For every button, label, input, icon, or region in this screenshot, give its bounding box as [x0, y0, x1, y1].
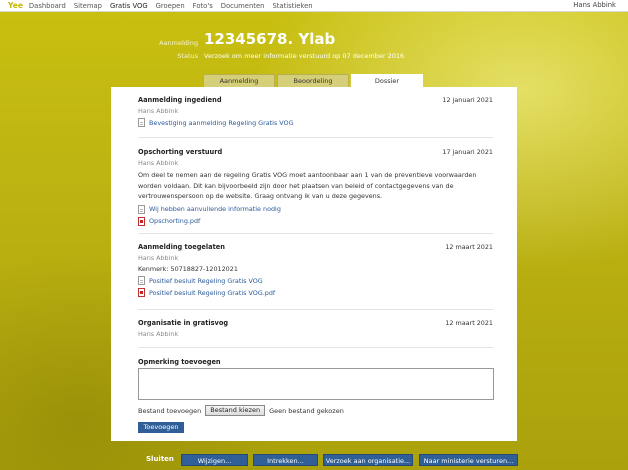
attachment-link[interactable]: Positief besluit Regeling Gratis VOG.pdf — [138, 288, 493, 297]
tab-aanmelding[interactable]: Aanmelding — [203, 74, 275, 87]
attachment-label: Bevestiging aanmelding Regeling Gratis V… — [149, 118, 294, 127]
entry-date: 12 maart 2021 — [445, 243, 493, 251]
user-menu[interactable]: Hans Abbink — [573, 1, 616, 9]
attachment-label: Positief besluit Regeling Gratis VOG.pdf — [149, 288, 276, 297]
nav-item-statistieken[interactable]: Statistieken — [272, 2, 312, 10]
entry-reference: Kenmerk: 50718827-12012021 — [138, 265, 238, 273]
tab-beoordeling[interactable]: Beoordeling — [277, 74, 349, 87]
file-status: Geen bestand gekozen — [269, 406, 344, 415]
entry-text: Om deel te nemen aan de regeling Gratis … — [138, 171, 477, 200]
nav-item-fotos[interactable]: Foto's — [193, 2, 213, 10]
attachment-link[interactable]: Opschorting.pdf — [138, 216, 493, 226]
entry-title: Aanmelding ingediend — [138, 96, 222, 104]
file-upload-row: Bestand toevoegen Bestand kiezen Geen be… — [138, 405, 344, 416]
add-comment-button[interactable]: Toevoegen — [138, 422, 184, 433]
document-icon — [138, 118, 145, 127]
entry-author: Hans Abbink — [138, 330, 179, 338]
tab-dossier[interactable]: Dossier — [351, 74, 423, 88]
attachment-link[interactable]: Wij hebben aanvullende informatie nodig — [138, 204, 493, 214]
entry-author: Hans Abbink — [138, 107, 179, 115]
comment-label: Opmerking toevoegen — [138, 358, 221, 366]
choose-file-button[interactable]: Bestand kiezen — [205, 405, 266, 416]
pdf-icon — [138, 216, 145, 226]
entry-divider — [138, 309, 493, 310]
app-logo[interactable]: Yee — [8, 1, 23, 10]
dossier-entry: Aanmelding ingediend 12 januari 2021 Han… — [138, 96, 493, 127]
nav-item-gratis-vog[interactable]: Gratis VOG — [110, 2, 148, 10]
entry-author: Hans Abbink — [138, 254, 179, 262]
attachment-link[interactable]: Positief besluit Regeling Gratis VOG — [138, 276, 493, 285]
file-upload-label: Bestand toevoegen — [138, 406, 202, 415]
entry-author: Hans Abbink — [138, 159, 179, 167]
status-label: Status — [177, 52, 198, 60]
request-organisation-button[interactable]: Verzoek aan organisatie... — [323, 454, 413, 466]
entry-divider — [138, 137, 493, 138]
edit-button[interactable]: Wijzigen... — [181, 454, 248, 466]
dossier-entry: Organisatie in gratisvog 12 maart 2021 H… — [138, 319, 493, 338]
entry-title: Opschorting verstuurd — [138, 148, 223, 156]
nav-item-groepen[interactable]: Groepen — [156, 2, 185, 10]
nav-item-documenten[interactable]: Documenten — [221, 2, 265, 10]
withdraw-button[interactable]: Intrekken... — [253, 454, 318, 466]
dossier-entry: Opschorting verstuurd 17 januari 2021 Ha… — [138, 148, 493, 226]
dossier-entry: Aanmelding toegelaten 12 maart 2021 Hans… — [138, 243, 493, 297]
dossier-panel: Aanmelding ingediend 12 januari 2021 Han… — [111, 87, 517, 441]
attachment-link[interactable]: Bevestiging aanmelding Regeling Gratis V… — [138, 118, 493, 127]
document-icon — [138, 276, 145, 285]
close-link[interactable]: Sluiten — [146, 455, 174, 463]
entry-date: 17 januari 2021 — [442, 148, 493, 156]
aanmelding-label: Aanmelding — [159, 39, 198, 47]
attachment-label: Opschorting.pdf — [149, 217, 201, 225]
attachment-label: Wij hebben aanvullende informatie nodig — [149, 205, 281, 213]
document-icon — [138, 204, 145, 214]
top-navigation-bar: Yee Dashboard Sitemap Gratis VOG Groepen… — [0, 0, 628, 12]
entry-divider — [138, 233, 493, 234]
entry-title: Organisatie in gratisvog — [138, 319, 229, 327]
entry-title: Aanmelding toegelaten — [138, 243, 225, 251]
entry-divider — [138, 347, 493, 348]
nav-item-sitemap[interactable]: Sitemap — [74, 2, 102, 10]
send-to-ministry-button[interactable]: Naar ministerie versturen... — [419, 454, 518, 466]
entry-date: 12 maart 2021 — [445, 319, 493, 327]
page-title: 12345678. Ylab — [204, 30, 336, 48]
pdf-icon — [138, 288, 145, 297]
attachment-label: Positief besluit Regeling Gratis VOG — [149, 276, 263, 285]
nav-item-dashboard[interactable]: Dashboard — [29, 2, 66, 10]
entry-date: 12 januari 2021 — [442, 96, 493, 104]
comment-textarea[interactable] — [138, 368, 494, 400]
status-value: Verzoek om meer informatie verstuurd op … — [204, 52, 405, 60]
